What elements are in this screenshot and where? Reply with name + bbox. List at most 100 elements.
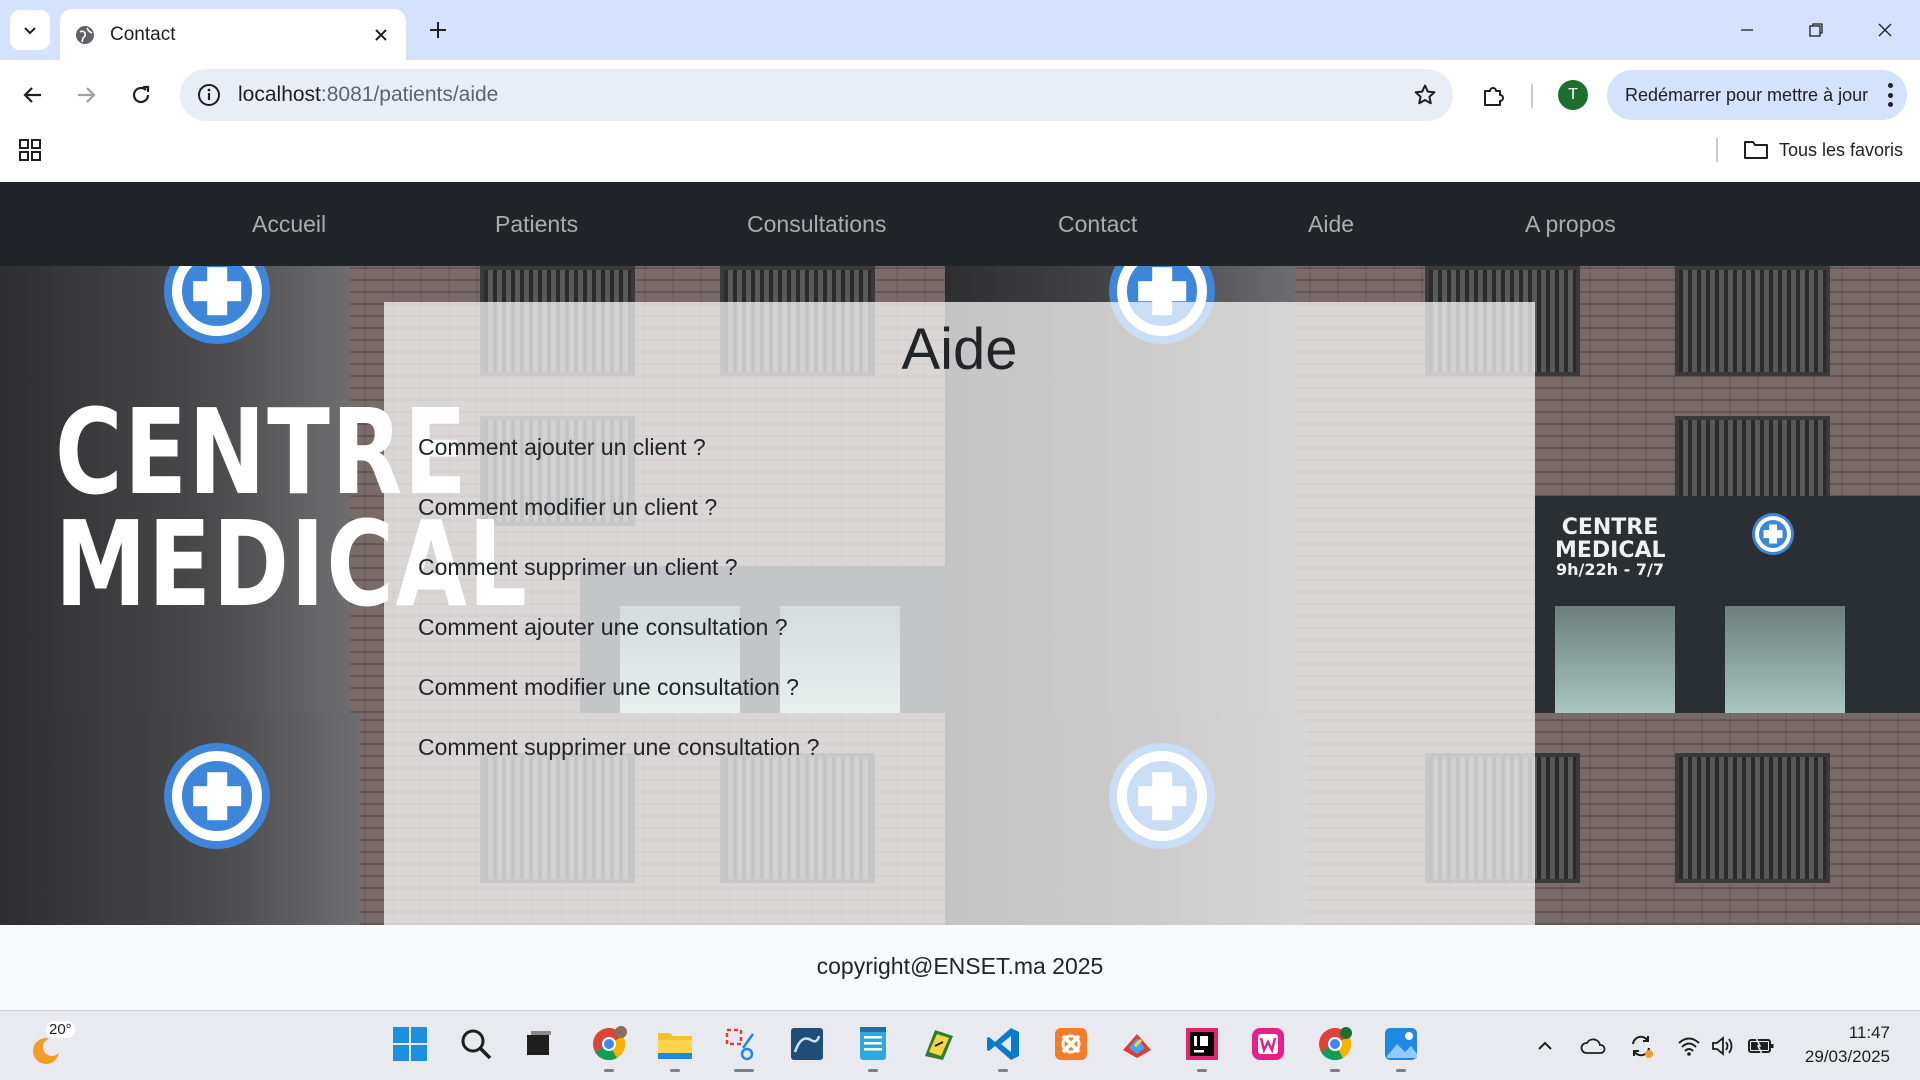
nav-link-accueil[interactable]: Accueil [252,182,326,266]
tab-title: Contact [110,23,176,45]
storefront-sign-line2: MEDICAL [1555,538,1666,564]
battery-icon[interactable] [1747,1033,1775,1059]
bookmark-star-icon[interactable] [1403,73,1447,117]
update-restart-label: Redémarrer pour mettre à jour [1625,84,1869,105]
notepad-icon[interactable] [853,1024,893,1064]
vscode-icon[interactable] [983,1024,1023,1064]
help-question-add-client[interactable]: Comment ajouter un client ? [418,434,706,461]
windows-start-icon[interactable] [390,1024,430,1064]
running-indicator [1197,1069,1207,1072]
url-host: localhost [238,83,321,106]
running-indicator [998,1069,1008,1072]
running-indicator [670,1069,680,1072]
system-clock[interactable]: 11:47 29/03/2025 [1790,1021,1890,1069]
plus-icon [430,22,446,38]
task-view-icon[interactable] [519,1024,559,1064]
storefront-sign: CENTRE MEDICAL 9h/22h - 7/7 [1555,515,1666,580]
new-tab-button[interactable] [422,14,454,46]
file-explorer-icon[interactable] [655,1024,695,1064]
wifi-icon[interactable] [1675,1033,1703,1059]
intellij-idea-icon[interactable] [1182,1024,1222,1064]
reload-button[interactable] [122,76,160,114]
minimize-button[interactable] [1724,12,1770,48]
medical-cross-logo [1755,516,1791,552]
puzzle-icon [1484,87,1504,106]
mysql-workbench-icon[interactable] [787,1024,827,1064]
nav-link-contact[interactable]: Contact [1058,182,1137,266]
medical-cross-logo [172,751,262,841]
site-footer: copyright@ENSET.ma 2025 [0,925,1920,1010]
nav-link-a-propos[interactable]: A propos [1525,182,1616,266]
paint-icon[interactable] [1117,1024,1157,1064]
update-restart-button[interactable]: Redémarrer pour mettre à jour [1607,70,1907,120]
nav-link-consultations[interactable]: Consultations [747,182,886,266]
close-tab-icon[interactable] [370,24,392,46]
page-title: Aide [901,317,1018,382]
nav-link-aide[interactable]: Aide [1308,182,1354,266]
onedrive-icon[interactable] [1579,1033,1607,1059]
help-question-delete-client[interactable]: Comment supprimer un client ? [418,554,738,581]
photos-icon[interactable] [1381,1024,1421,1064]
tab-contact[interactable]: Contact [60,9,406,60]
nav-link-patients[interactable]: Patients [495,182,578,266]
running-indicator [868,1069,878,1072]
clock-time: 11:47 [1848,1023,1890,1042]
profile-avatar[interactable]: T [1558,80,1588,110]
bookmarks-bar [0,130,1920,182]
windows-taskbar: 20° 11:47 29/03/2025 [0,1010,1920,1080]
volume-icon[interactable] [1708,1033,1736,1059]
help-question-delete-consultation[interactable]: Comment supprimer une consultation ? [418,734,819,761]
url-text[interactable]: localhost:8081/patients/aide [238,83,1403,107]
browser-toolbar: localhost:8081/patients/aide T Redémarre… [0,60,1920,130]
weather-temp: 20° [46,1021,75,1038]
running-indicator [604,1069,614,1072]
all-bookmarks-label: Tous les favoris [1779,139,1904,160]
bookmarks-separator [1716,138,1718,162]
chrome-profile-icon[interactable] [1315,1024,1355,1064]
more-options-icon[interactable] [1887,83,1893,107]
restore-button[interactable] [1793,12,1839,48]
help-question-edit-client[interactable]: Comment modifier un client ? [418,494,717,521]
close-icon [1878,23,1892,37]
all-bookmarks-folder[interactable]: Tous les favoris [1743,137,1903,163]
tab-search-button[interactable] [10,10,50,50]
help-card: Aide Comment ajouter un client ? Comment… [384,302,1535,925]
storefront-sign-hours: 9h/22h - 7/7 [1556,560,1664,580]
back-button[interactable] [14,76,52,114]
snipping-tool-icon[interactable] [721,1024,761,1064]
clock-date: 29/03/2025 [1804,1047,1890,1066]
arrow-right-icon [78,87,96,103]
close-window-button[interactable] [1862,12,1908,48]
search-icon[interactable] [456,1024,496,1064]
globe-icon [76,25,94,44]
show-hidden-icons[interactable] [1531,1033,1559,1059]
running-indicator [1330,1069,1340,1072]
xampp-icon[interactable] [1051,1024,1091,1064]
sync-icon[interactable] [1627,1033,1655,1059]
chrome-icon[interactable] [589,1024,629,1064]
chevron-down-icon [24,27,36,35]
browser-tab-strip: Contact [0,0,1920,60]
forward-button[interactable] [67,76,105,114]
running-indicator [1396,1069,1406,1072]
apps-grid-icon[interactable] [18,138,42,162]
toolbar-separator [1531,84,1533,108]
url-path: :8081/patients/aide [320,83,499,106]
folder-icon [1744,141,1768,159]
restore-icon [1809,23,1823,37]
site-info-icon[interactable] [196,82,222,108]
weather-widget[interactable]: 20° [28,1021,75,1067]
arrow-left-icon [23,87,41,103]
extensions-button[interactable] [1474,76,1514,116]
help-question-edit-consultation[interactable]: Comment modifier une consultation ? [418,674,799,701]
minimize-icon [1741,29,1753,31]
address-bar[interactable]: localhost:8081/patients/aide [180,69,1453,121]
reload-icon [132,85,150,104]
intellij-app-icon[interactable] [919,1024,959,1064]
copyright-text: copyright@ENSET.ma 2025 [816,953,1104,979]
help-question-add-consultation[interactable]: Comment ajouter une consultation ? [418,614,788,641]
running-indicator [734,1069,754,1072]
site-navbar: Accueil Patients Consultations Contact A… [0,182,1920,266]
webstorm-icon[interactable] [1248,1024,1288,1064]
storefront-sign-line1: CENTRE [1561,515,1659,540]
